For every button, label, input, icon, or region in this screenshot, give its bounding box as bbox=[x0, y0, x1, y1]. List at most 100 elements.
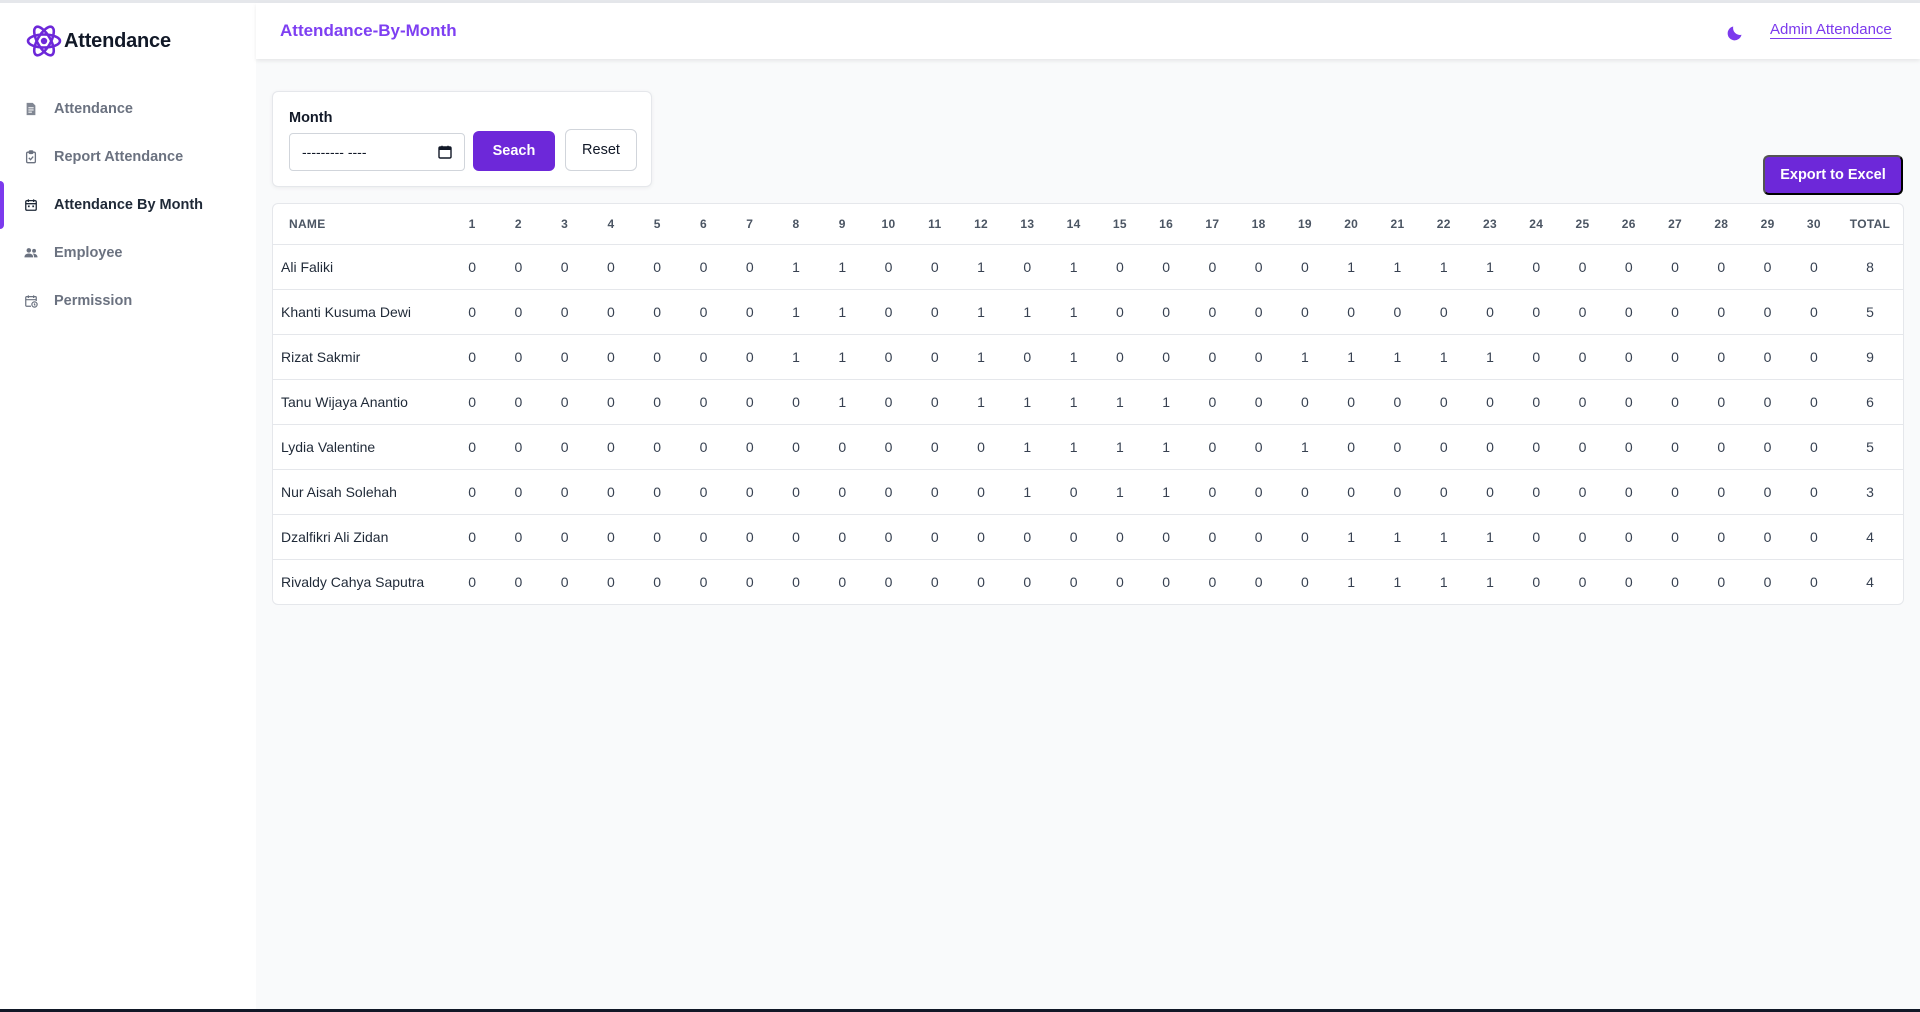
day-cell: 1 bbox=[819, 289, 866, 335]
day-cell: 0 bbox=[587, 334, 635, 380]
day-cell: 0 bbox=[680, 379, 727, 425]
day-cell: 1 bbox=[1142, 469, 1190, 515]
day-cell: 0 bbox=[1605, 244, 1652, 290]
day-cell: 0 bbox=[865, 289, 912, 335]
sidebar-item-attendance[interactable]: Attendance bbox=[0, 85, 256, 133]
day-cell: 0 bbox=[1651, 469, 1699, 515]
day-cell: 1 bbox=[1347, 573, 1356, 590]
day-cell: 0 bbox=[634, 469, 681, 515]
day-cell: 0 bbox=[1651, 424, 1699, 470]
day-cell: 0 bbox=[1605, 424, 1652, 470]
day-cell: 0 bbox=[1513, 424, 1560, 470]
day-cell: 0 bbox=[911, 334, 958, 380]
employee-name-cell: Nur Aisah Solehah bbox=[273, 469, 449, 515]
day-cell: 0 bbox=[1096, 244, 1143, 290]
day-cell: 0 bbox=[1744, 334, 1791, 380]
column-header-day: 8 bbox=[772, 204, 820, 245]
sidebar-item-permission[interactable]: Permission bbox=[0, 277, 256, 325]
day-cell: 0 bbox=[587, 424, 635, 470]
search-button[interactable]: Seach bbox=[473, 131, 555, 171]
table-header-row: NAME 1 2 3 4 5 6 7 8 9 10 11 12 13 14 15 16 17 18 19 20 21 22 2… bbox=[273, 204, 1903, 245]
month-label: Month bbox=[289, 110, 333, 126]
day-cell: 1 bbox=[1466, 244, 1514, 290]
day-cell: 0 bbox=[449, 424, 496, 470]
day-cell: 0 bbox=[1235, 244, 1282, 290]
day-cell: 0 bbox=[495, 334, 542, 380]
day-cell: 1 bbox=[819, 334, 866, 380]
day-cell: 0 bbox=[930, 573, 939, 590]
day-cell: 0 bbox=[1578, 573, 1587, 590]
day-cell: 0 bbox=[495, 244, 542, 290]
moon-icon[interactable] bbox=[1726, 22, 1746, 42]
export-to-excel-button[interactable]: Export to Excel bbox=[1763, 155, 1903, 195]
day-cell: 0 bbox=[560, 573, 569, 590]
sidebar-item-employee[interactable]: Employee bbox=[0, 229, 256, 277]
day-cell: 0 bbox=[726, 244, 773, 290]
day-cell: 0 bbox=[1744, 244, 1791, 290]
sidebar-item-attendance-by-month[interactable]: Attendance By Month bbox=[0, 181, 256, 229]
day-cell: 1 bbox=[1374, 334, 1421, 380]
sidebar-item-report-attendance[interactable]: Report Attendance bbox=[0, 133, 256, 181]
total-cell: 4 bbox=[1866, 573, 1874, 590]
day-cell: 0 bbox=[541, 469, 588, 515]
day-cell: 0 bbox=[1605, 469, 1652, 515]
day-cell: 0 bbox=[726, 424, 773, 470]
admin-user-link[interactable]: Admin Attendance bbox=[1770, 21, 1892, 38]
clipboard-icon bbox=[24, 150, 38, 164]
day-cell: 1 bbox=[1466, 334, 1514, 380]
day-cell: 1 bbox=[957, 244, 1005, 290]
day-cell: 0 bbox=[541, 514, 588, 560]
column-header-day: 3 bbox=[541, 204, 588, 245]
day-cell: 1 bbox=[1096, 379, 1143, 425]
day-cell: 0 bbox=[541, 244, 588, 290]
employee-name-cell: Khanti Kusuma Dewi bbox=[273, 289, 449, 335]
table-row: Khanti Kusuma Dewi 0 0 0 0 0 0 0 1 1 0 0 1 1 1 0 0 0 0 0 0 0 0… bbox=[273, 289, 1903, 335]
day-cell: 1 bbox=[1050, 379, 1097, 425]
day-cell: 0 bbox=[1420, 469, 1467, 515]
day-cell: 0 bbox=[634, 244, 681, 290]
atom-logo-icon bbox=[26, 25, 62, 57]
day-cell: 1 bbox=[1281, 334, 1329, 380]
day-cell: 0 bbox=[884, 573, 893, 590]
sidebar-item-label: Attendance By Month bbox=[54, 197, 204, 213]
day-cell: 0 bbox=[1189, 379, 1236, 425]
brand[interactable]: Attendance bbox=[24, 21, 171, 61]
day-cell: 0 bbox=[1189, 469, 1236, 515]
day-cell: 1 bbox=[1142, 379, 1190, 425]
day-cell: 0 bbox=[680, 514, 727, 560]
day-cell: 0 bbox=[1605, 334, 1652, 380]
day-cell: 1 bbox=[1004, 379, 1051, 425]
day-cell: 0 bbox=[1744, 514, 1791, 560]
day-cell: 0 bbox=[1328, 469, 1375, 515]
day-cell: 0 bbox=[634, 289, 681, 335]
day-cell: 0 bbox=[680, 289, 727, 335]
month-input[interactable]: --------- ---- bbox=[289, 133, 465, 171]
day-cell: 0 bbox=[1050, 514, 1097, 560]
calendar-picker-icon[interactable] bbox=[438, 145, 452, 159]
day-cell: 0 bbox=[653, 573, 662, 590]
day-cell: 0 bbox=[977, 573, 985, 590]
day-cell: 0 bbox=[1466, 469, 1514, 515]
attendance-table-container: NAME 1 2 3 4 5 6 7 8 9 10 11 12 13 14 15 16 17 18 19 20 21 22 2… bbox=[272, 203, 1904, 605]
day-cell: 0 bbox=[911, 244, 958, 290]
table-row: Rizat Sakmir 0 0 0 0 0 0 0 1 1 0 0 1 0 1 0 0 0 0 1 1 1 1 1 0 0 0 0 0… bbox=[273, 334, 1903, 380]
column-header-day: 9 bbox=[819, 204, 866, 245]
column-header-day: 21 bbox=[1374, 204, 1421, 245]
column-header-day: 16 bbox=[1142, 204, 1190, 245]
day-cell: 0 bbox=[587, 289, 635, 335]
day-cell: 1 bbox=[1439, 573, 1448, 590]
day-cell: 0 bbox=[1466, 289, 1514, 335]
reset-button[interactable]: Reset bbox=[565, 129, 637, 171]
column-header-day: 14 bbox=[1050, 204, 1097, 245]
day-cell: 1 bbox=[1050, 289, 1097, 335]
day-cell: 0 bbox=[587, 244, 635, 290]
day-cell: 0 bbox=[1301, 573, 1309, 590]
column-header-day: 7 bbox=[726, 204, 773, 245]
day-cell: 0 bbox=[1281, 469, 1329, 515]
day-cell: 0 bbox=[957, 469, 1005, 515]
day-cell: 0 bbox=[1096, 334, 1143, 380]
day-cell: 1 bbox=[772, 289, 820, 335]
day-cell: 0 bbox=[865, 244, 912, 290]
day-cell: 0 bbox=[1790, 244, 1837, 290]
day-cell: 0 bbox=[1096, 514, 1143, 560]
